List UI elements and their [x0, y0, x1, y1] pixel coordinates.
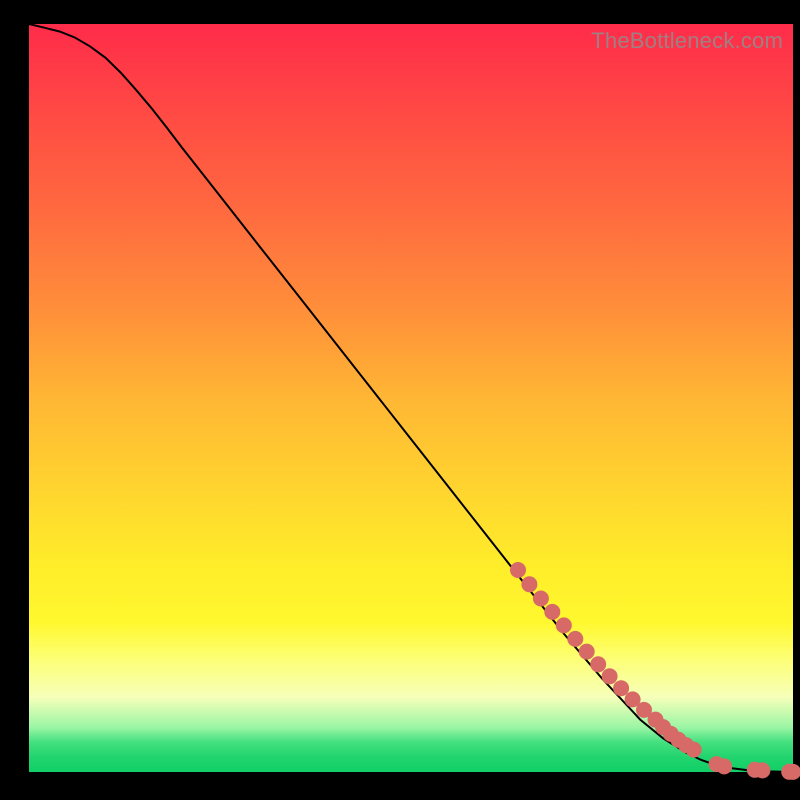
dots-group: [510, 562, 800, 780]
data-dot: [544, 604, 560, 620]
data-dot: [754, 762, 770, 778]
data-dot: [567, 631, 583, 647]
data-dot: [590, 656, 606, 672]
plot-area: TheBottleneck.com: [29, 24, 793, 772]
data-dot: [716, 758, 732, 774]
data-dot: [510, 562, 526, 578]
data-dot: [613, 680, 629, 696]
chart-svg: [29, 24, 793, 772]
data-dot: [533, 591, 549, 607]
data-dot: [579, 644, 595, 660]
data-dot: [521, 576, 537, 592]
data-dot: [686, 742, 702, 758]
curve-line: [29, 24, 793, 772]
chart-stage: TheBottleneck.com: [0, 0, 800, 800]
data-dot: [556, 617, 572, 633]
data-dot: [602, 668, 618, 684]
